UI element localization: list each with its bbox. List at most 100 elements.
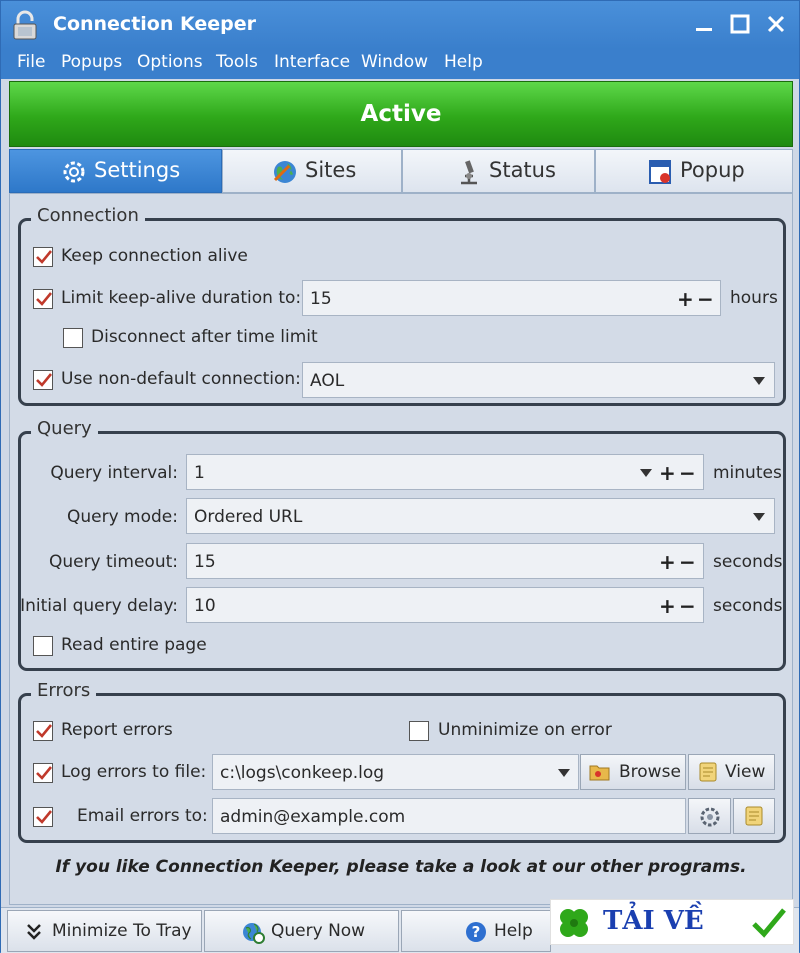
menu-popups[interactable]: Popups <box>61 52 122 72</box>
plus-button[interactable]: + <box>659 594 676 618</box>
keep-alive-checkbox[interactable] <box>33 247 53 267</box>
close-icon[interactable] <box>763 11 789 37</box>
initial-delay-stepper[interactable]: 10 + − <box>186 587 704 623</box>
unminimize-checkbox[interactable] <box>409 721 429 741</box>
app-window: Connection Keeper File Popups Options To… <box>0 0 800 953</box>
checkmark-icon <box>36 373 53 387</box>
help-button[interactable]: ? Help <box>401 910 551 952</box>
plus-button[interactable]: + <box>659 461 676 485</box>
help-label: Help <box>494 921 533 941</box>
chevron-down-icon[interactable] <box>557 768 571 778</box>
menu-file[interactable]: File <box>17 52 45 72</box>
query-mode-select[interactable]: Ordered URL <box>186 498 775 534</box>
initial-delay-label: Initial query delay: <box>20 596 178 616</box>
query-group-title: Query <box>31 418 98 439</box>
gear-icon <box>700 807 720 827</box>
query-timeout-unit: seconds <box>713 552 783 572</box>
email-errors-label: Email errors to: <box>77 806 208 826</box>
log-file-select[interactable]: c:\logs\conkeep.log <box>212 754 579 790</box>
query-now-button[interactable]: Query Now <box>204 910 399 952</box>
minus-button[interactable]: − <box>697 287 714 311</box>
query-timeout-stepper[interactable]: 15 + − <box>186 543 704 579</box>
email-input[interactable]: admin@example.com <box>212 798 686 834</box>
disconnect-checkbox[interactable] <box>63 328 83 348</box>
view-label: View <box>725 762 766 782</box>
clover-icon <box>560 909 588 937</box>
query-timeout-label: Query timeout: <box>48 552 178 572</box>
email-view-button[interactable] <box>733 798 775 834</box>
email-errors-checkbox[interactable] <box>33 807 53 827</box>
help-icon: ? <box>466 922 486 942</box>
report-errors-checkbox[interactable] <box>33 721 53 741</box>
double-chevron-down-icon <box>27 924 41 940</box>
unminimize-label: Unminimize on error <box>438 720 612 740</box>
checkmark-icon <box>36 724 53 738</box>
query-interval-unit: minutes <box>713 463 782 483</box>
menu-window[interactable]: Window <box>361 52 428 72</box>
disconnect-label: Disconnect after time limit <box>91 327 318 347</box>
email-settings-button[interactable] <box>688 798 731 834</box>
gear-icon <box>63 161 85 183</box>
tab-status-label: Status <box>489 158 556 182</box>
minimize-to-tray-button[interactable]: Minimize To Tray <box>7 910 202 952</box>
minimize-icon[interactable] <box>691 11 717 37</box>
menu-options[interactable]: Options <box>137 52 203 72</box>
log-file-value: c:\logs\conkeep.log <box>220 763 385 783</box>
log-errors-label: Log errors to file: <box>61 762 207 782</box>
connection-select[interactable]: AOL <box>302 362 775 398</box>
log-errors-checkbox[interactable] <box>33 763 53 783</box>
chevron-down-icon[interactable] <box>639 468 653 478</box>
non-default-checkbox[interactable] <box>33 370 53 390</box>
minus-button[interactable]: − <box>679 550 696 574</box>
minus-button[interactable]: − <box>679 461 696 485</box>
connection-value: AOL <box>310 371 345 391</box>
menu-tools[interactable]: Tools <box>216 52 258 72</box>
duration-stepper[interactable]: 15 + − <box>302 280 721 316</box>
scroll-icon <box>745 806 763 826</box>
promo-text[interactable]: If you like Connection Keeper, please ta… <box>9 857 793 877</box>
padlock-icon <box>13 10 37 40</box>
minus-button[interactable]: − <box>679 594 696 618</box>
initial-delay-unit: seconds <box>713 596 783 616</box>
query-mode-label: Query mode: <box>66 507 178 527</box>
limit-duration-checkbox[interactable] <box>33 289 53 309</box>
plus-button[interactable]: + <box>677 287 694 311</box>
menu-help[interactable]: Help <box>444 52 483 72</box>
status-text: Active <box>360 101 442 127</box>
email-value: admin@example.com <box>220 807 406 827</box>
query-interval-value: 1 <box>194 463 205 483</box>
chevron-down-icon[interactable] <box>752 376 766 386</box>
menu-interface[interactable]: Interface <box>274 52 350 72</box>
query-mode-value: Ordered URL <box>194 507 303 527</box>
query-group: Query Query interval: 1 + − minutes Quer… <box>18 418 786 671</box>
errors-group: Errors Report errors Unminimize on error… <box>18 680 786 843</box>
popup-window-icon <box>649 160 671 184</box>
non-default-label: Use non-default connection: <box>61 369 301 389</box>
report-errors-label: Report errors <box>61 720 173 740</box>
checkmark-icon <box>36 292 53 306</box>
duration-unit: hours <box>730 288 778 308</box>
globe-refresh-icon <box>243 923 265 944</box>
errors-group-title: Errors <box>31 680 97 701</box>
tab-status[interactable]: Status <box>402 149 595 193</box>
title-bar[interactable]: Connection Keeper <box>1 1 799 49</box>
maximize-icon[interactable] <box>727 11 753 37</box>
tab-popup[interactable]: Popup <box>595 149 793 193</box>
watermark-logo: TẢI VỀ <box>550 899 794 945</box>
tab-settings-label: Settings <box>94 158 181 182</box>
query-now-label: Query Now <box>271 921 366 941</box>
checkmark-icon <box>752 908 786 938</box>
query-interval-stepper[interactable]: 1 + − <box>186 454 704 490</box>
browse-button[interactable]: Browse <box>580 754 686 790</box>
chevron-down-icon[interactable] <box>752 512 766 522</box>
checkmark-icon <box>36 766 53 780</box>
folder-icon <box>589 765 610 781</box>
tab-settings[interactable]: Settings <box>9 149 222 193</box>
read-entire-checkbox[interactable] <box>33 636 53 656</box>
tab-bar: Settings Sites Status Popup <box>9 149 793 193</box>
tab-sites[interactable]: Sites <box>222 149 402 193</box>
view-button[interactable]: View <box>688 754 775 790</box>
globe-icon <box>273 161 296 183</box>
plus-button[interactable]: + <box>659 550 676 574</box>
scroll-icon <box>699 762 717 782</box>
